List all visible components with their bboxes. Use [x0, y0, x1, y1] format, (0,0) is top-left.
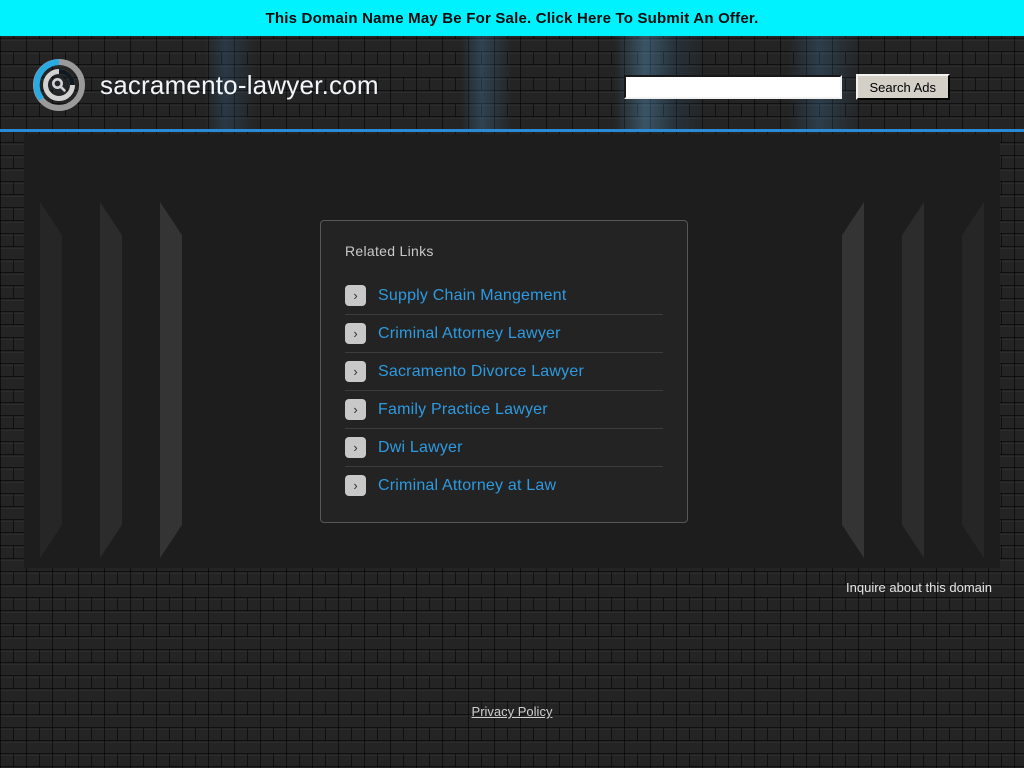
inquire-about-domain-link[interactable]: Inquire about this domain — [846, 580, 992, 595]
chevron-right-icon: › — [345, 475, 366, 496]
search-input[interactable] — [623, 75, 842, 99]
related-link-label: Dwi Lawyer — [378, 438, 463, 456]
list-item[interactable]: › Family Practice Lawyer — [345, 391, 663, 429]
list-item[interactable]: › Criminal Attorney Lawyer — [345, 315, 663, 353]
search-ads-button[interactable]: Search Ads — [855, 74, 950, 100]
chevron-right-icon: › — [345, 323, 366, 344]
header-accent-line — [0, 129, 1024, 132]
page-title: sacramento-lawyer.com — [100, 69, 379, 100]
privacy-policy-link[interactable]: Privacy Policy — [472, 704, 553, 719]
search-area: Search Ads — [623, 74, 950, 100]
circular-target-logo-icon — [32, 58, 86, 112]
logo-area[interactable]: sacramento-lawyer.com — [32, 58, 379, 112]
main-content-band: Related Links › Supply Chain Mangement ›… — [24, 134, 1000, 568]
chevron-right-icon: › — [345, 361, 366, 382]
list-item[interactable]: › Supply Chain Mangement — [345, 277, 663, 315]
chevron-right-icon: › — [345, 285, 366, 306]
related-links-heading: Related Links — [345, 243, 434, 259]
chevrons-right-decoration-icon — [40, 134, 340, 568]
chevrons-left-decoration-icon — [684, 134, 984, 568]
domain-for-sale-banner[interactable]: This Domain Name May Be For Sale. Click … — [0, 0, 1024, 36]
list-item[interactable]: › Sacramento Divorce Lawyer — [345, 353, 663, 391]
related-link-label: Sacramento Divorce Lawyer — [378, 362, 584, 380]
related-link-label: Family Practice Lawyer — [378, 400, 548, 418]
related-link-label: Supply Chain Mangement — [378, 286, 567, 304]
related-link-label: Criminal Attorney at Law — [378, 476, 557, 494]
chevron-right-icon: › — [345, 437, 366, 458]
related-links-panel: Related Links › Supply Chain Mangement ›… — [320, 220, 688, 523]
list-item[interactable]: › Dwi Lawyer — [345, 429, 663, 467]
domain-for-sale-banner-text: This Domain Name May Be For Sale. Click … — [265, 9, 759, 27]
related-link-label: Criminal Attorney Lawyer — [378, 324, 561, 342]
list-item[interactable]: › Criminal Attorney at Law — [345, 467, 663, 504]
site-header: sacramento-lawyer.com Search Ads — [0, 36, 1024, 132]
chevron-right-icon: › — [345, 399, 366, 420]
privacy-policy: Privacy Policy — [0, 703, 1024, 721]
